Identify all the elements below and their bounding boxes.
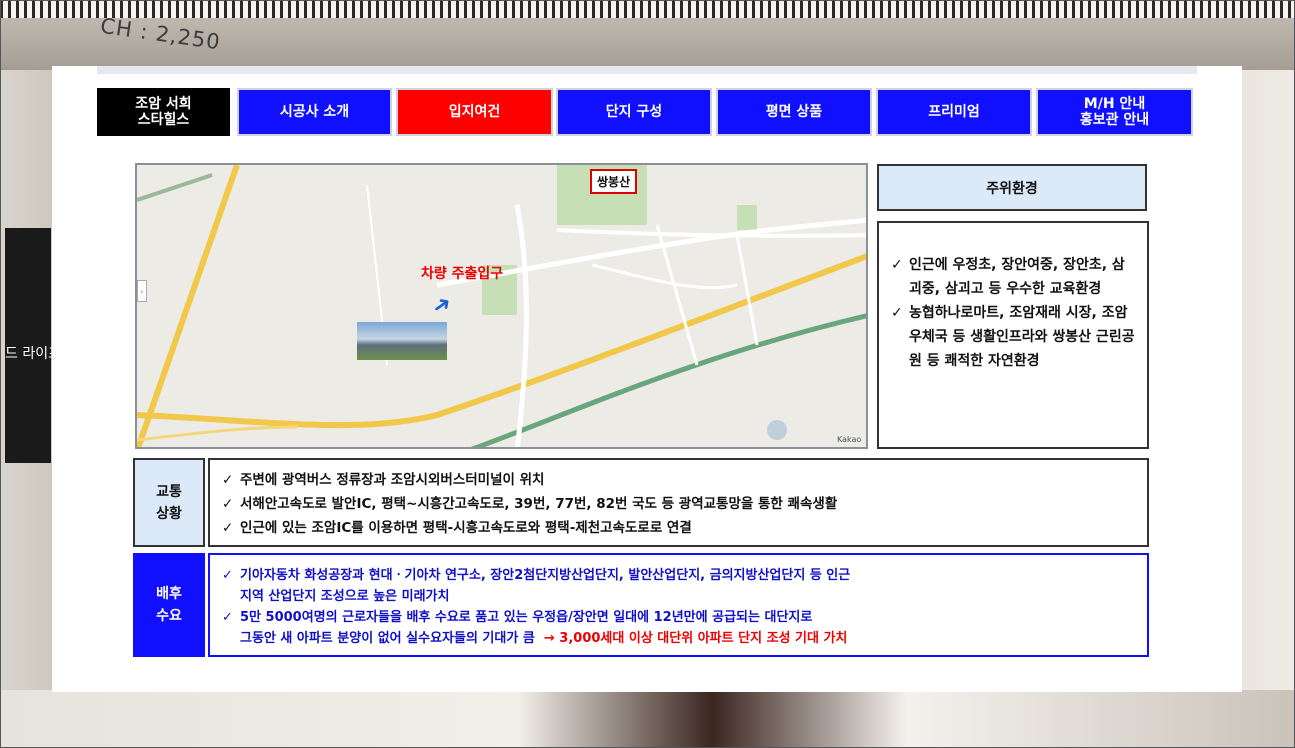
map-label-entry: 차량 주출입구 <box>421 266 504 282</box>
traffic-box: ✓ 주변에 광역버스 정류장과 조암시외버스터미널이 위치 ✓ 서해안고속도로 … <box>208 458 1149 547</box>
traffic-item: ✓ 서해안고속도로 발안IC, 평택~시흥간고속도로, 39번, 77번, 82… <box>222 492 1147 516</box>
info-slide: 조암 서희 스타힐스 시공사 소개 입지여건 단지 구성 평면 상품 프리미엄 … <box>52 66 1242 692</box>
check-icon: ✓ <box>222 496 234 512</box>
environment-box: ✓ 인근에 우정초, 장안여중, 장안초, 삼괴중, 삼괴고 등 우수한 교육환… <box>877 221 1149 449</box>
map-label-peak: 쌍봉산 <box>590 169 638 194</box>
map-attribution: Kakao <box>837 435 862 444</box>
traffic-item: ✓ 주변에 광역버스 정류장과 조암시외버스터미널이 위치 <box>222 468 1147 492</box>
check-icon: ✓ <box>222 568 233 583</box>
check-icon: ✓ <box>891 305 903 321</box>
apartment-image <box>357 322 447 360</box>
slide-top-bar <box>97 66 1197 74</box>
tab-complex[interactable]: 단지 구성 <box>556 88 712 136</box>
traffic-item: ✓ 인근에 있는 조암IC를 이용하면 평택-시흥고속도로와 평택-제천고속도로… <box>222 516 1147 540</box>
map-side-handle[interactable]: › <box>137 280 147 302</box>
check-icon: ✓ <box>222 520 234 536</box>
tab-builder[interactable]: 시공사 소개 <box>237 88 392 136</box>
check-icon: ✓ <box>222 472 234 488</box>
demand-label: 배후 수요 <box>133 553 205 657</box>
check-icon: ✓ <box>891 257 903 273</box>
tab-floorplan[interactable]: 평면 상품 <box>716 88 872 136</box>
demand-item-continued: 그동안 새 아파트 분양이 없어 실수요자들의 기대가 큼 → 3,000세대 … <box>222 628 1147 649</box>
demand-highlight: → 3,000세대 이상 대단위 아파트 단지 조성 기대 가치 <box>543 631 848 646</box>
tab-modelhouse[interactable]: M/H 안내 홍보관 안내 <box>1036 88 1193 136</box>
demand-item: ✓ 5만 5000여명의 근로자들을 배후 수요로 품고 있는 우정읍/장안면 … <box>222 607 1147 628</box>
environment-item: ✓ 인근에 우정초, 장안여중, 장안초, 삼괴중, 삼괴고 등 우수한 교육환… <box>891 253 1137 301</box>
tab-location[interactable]: 입지여건 <box>396 88 553 136</box>
tab-premium[interactable]: 프리미엄 <box>876 88 1032 136</box>
check-icon: ✓ <box>222 610 233 625</box>
demand-box: ✓ 기아자동차 화성공장과 현대ㆍ기아차 연구소, 장안2첨단지방산업단지, 발… <box>208 553 1149 657</box>
demand-item: ✓ 기아자동차 화성공장과 현대ㆍ기아차 연구소, 장안2첨단지방산업단지, 발… <box>222 565 1147 586</box>
location-map[interactable]: › 쌍봉산 차량 주출입구 ➜ Kakao <box>135 163 868 449</box>
spiral-binding <box>0 0 1295 18</box>
map-roads <box>137 165 866 447</box>
tab-home[interactable]: 조암 서희 스타힐스 <box>97 88 230 136</box>
demand-item-continued: 지역 산업단지 조성으로 높은 미래가치 <box>240 589 450 604</box>
floor-area <box>0 690 1295 748</box>
environment-title: 주위환경 <box>877 164 1147 211</box>
traffic-label: 교통 상황 <box>133 458 205 547</box>
environment-item: ✓ 농협하나로마트, 조암재래 시장, 조암우체국 등 생활인프라와 쌍봉산 근… <box>891 301 1137 373</box>
